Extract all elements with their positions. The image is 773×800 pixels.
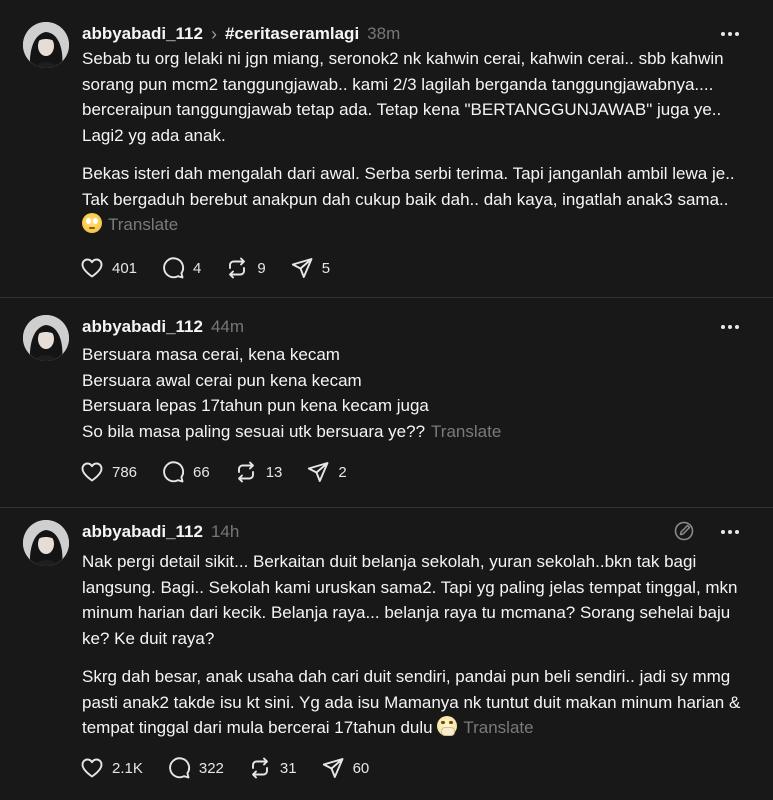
post-text: Nak pergi detail sikit... Berkaitan duit… bbox=[82, 549, 742, 741]
avatar[interactable] bbox=[23, 22, 69, 68]
post-line: Bersuara lepas 17tahun pun kena kecam ju… bbox=[82, 396, 429, 415]
more-icon[interactable] bbox=[718, 24, 742, 44]
share-icon bbox=[290, 256, 314, 280]
post-header: abbyabadi_112 14h bbox=[82, 520, 239, 544]
comment-icon bbox=[161, 460, 185, 484]
share-button[interactable]: 60 bbox=[321, 756, 370, 780]
repost-count: 9 bbox=[257, 259, 266, 277]
post-time: 44m bbox=[210, 317, 245, 336]
heart-icon bbox=[80, 756, 104, 780]
post-text: Bersuara masa cerai, kena kecam Bersuara… bbox=[82, 342, 742, 444]
reply-button[interactable]: 322 bbox=[167, 756, 224, 780]
repost-icon bbox=[248, 756, 272, 780]
like-count: 401 bbox=[112, 259, 138, 277]
repost-icon bbox=[234, 460, 258, 484]
post-paragraph: Sebab tu org lelaki ni jgn miang, serono… bbox=[82, 49, 724, 145]
repost-button[interactable]: 13 bbox=[234, 460, 283, 484]
reply-count: 4 bbox=[193, 259, 202, 277]
post-header: abbyabadi_112 › #ceritaseramlagi 38m bbox=[82, 22, 400, 46]
translate-link[interactable]: Translate bbox=[431, 422, 501, 441]
heart-icon bbox=[80, 256, 104, 280]
repost-button[interactable]: 31 bbox=[248, 756, 297, 780]
action-bar: 2.1K 322 31 60 bbox=[80, 755, 393, 781]
share-icon bbox=[306, 460, 330, 484]
divider bbox=[0, 297, 773, 298]
post-header: abbyabadi_112 44m bbox=[82, 315, 244, 339]
comment-icon bbox=[161, 256, 185, 280]
chevron-right-icon: › bbox=[210, 24, 217, 44]
like-count: 786 bbox=[112, 463, 138, 481]
post-paragraph-text: Skrg dah besar, anak usaha dah cari duit… bbox=[82, 667, 741, 737]
username[interactable]: abbyabadi_112 bbox=[82, 24, 203, 44]
edit-icon[interactable] bbox=[673, 520, 695, 542]
post-paragraph: Skrg dah besar, anak usaha dah cari duit… bbox=[82, 664, 742, 741]
comment-icon bbox=[167, 756, 191, 780]
share-button[interactable]: 5 bbox=[290, 256, 330, 280]
post-text: Sebab tu org lelaki ni jgn miang, serono… bbox=[82, 46, 742, 238]
face-with-hand-over-mouth-icon bbox=[437, 716, 458, 736]
action-bar: 786 66 13 2 bbox=[80, 459, 371, 485]
username[interactable]: abbyabadi_112 bbox=[82, 317, 203, 337]
username[interactable]: abbyabadi_112 bbox=[82, 522, 203, 542]
divider bbox=[0, 507, 773, 508]
like-count: 2.1K bbox=[112, 759, 143, 777]
translate-link[interactable]: Translate bbox=[463, 718, 533, 737]
community-tag[interactable]: #ceritaseramlagi bbox=[225, 24, 359, 44]
thread-post: abbyabadi_112 44m Bersuara masa cerai, k… bbox=[0, 315, 773, 495]
like-button[interactable]: 401 bbox=[80, 256, 137, 280]
reply-count: 322 bbox=[198, 759, 224, 777]
post-time: 14h bbox=[210, 522, 240, 541]
thread-post: abbyabadi_112 14h Nak pergi detail sikit… bbox=[0, 520, 773, 795]
repost-count: 13 bbox=[265, 463, 283, 481]
like-button[interactable]: 2.1K bbox=[80, 756, 143, 780]
post-paragraph: Bekas isteri dah mengalah dari awal. Ser… bbox=[82, 161, 742, 238]
share-button[interactable]: 2 bbox=[306, 460, 347, 484]
translate-link[interactable]: Translate bbox=[108, 215, 178, 234]
reply-button[interactable]: 4 bbox=[161, 256, 201, 280]
post-line: Bersuara awal cerai pun kena kecam bbox=[82, 370, 362, 390]
like-button[interactable]: 786 bbox=[80, 460, 137, 484]
repost-button[interactable]: 9 bbox=[225, 256, 266, 280]
share-icon bbox=[321, 756, 345, 780]
face-with-rolling-eyes-icon bbox=[82, 213, 102, 233]
reply-count: 66 bbox=[193, 463, 210, 481]
post-paragraph: Nak pergi detail sikit... Berkaitan duit… bbox=[82, 552, 738, 648]
post-line-text: So bila masa paling sesuai utk bersuara … bbox=[82, 421, 426, 441]
post-line: So bila masa paling sesuai utk bersuara … bbox=[82, 419, 742, 445]
share-count: 2 bbox=[338, 463, 347, 481]
avatar[interactable] bbox=[23, 315, 69, 361]
more-icon[interactable] bbox=[718, 317, 742, 337]
repost-count: 31 bbox=[279, 759, 297, 777]
post-line: Bersuara masa cerai, kena kecam bbox=[82, 345, 340, 364]
share-count: 5 bbox=[321, 259, 331, 277]
reply-button[interactable]: 66 bbox=[161, 460, 210, 484]
post-time: 38m bbox=[367, 24, 401, 43]
share-count: 60 bbox=[352, 759, 370, 777]
action-bar: 401 4 9 5 bbox=[80, 255, 354, 281]
thread-post: abbyabadi_112 › #ceritaseramlagi 38m Seb… bbox=[0, 22, 773, 297]
post-paragraph-text: Bekas isteri dah mengalah dari awal. Ser… bbox=[82, 164, 735, 209]
heart-icon bbox=[80, 460, 104, 484]
avatar[interactable] bbox=[23, 520, 69, 566]
more-icon[interactable] bbox=[718, 522, 742, 542]
repost-icon bbox=[225, 256, 249, 280]
